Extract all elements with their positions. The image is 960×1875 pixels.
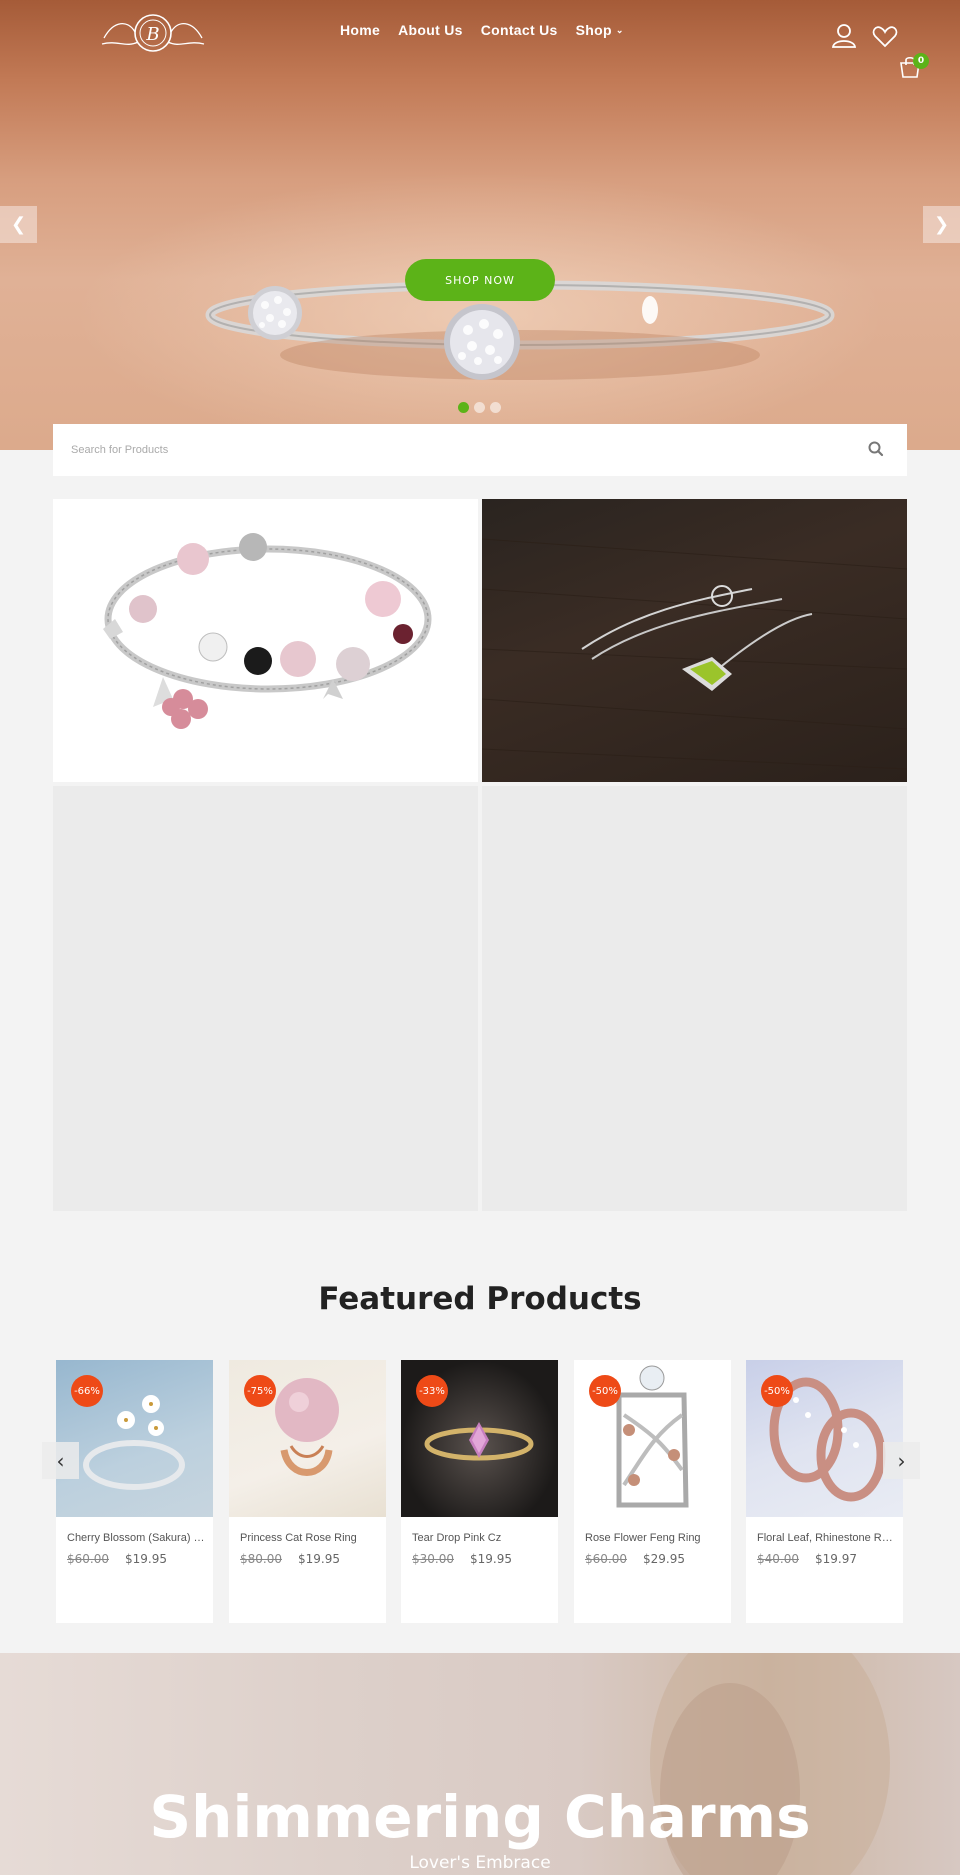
category-tile-necklace[interactable]: [482, 499, 907, 782]
search-icon[interactable]: [867, 440, 885, 458]
search-input[interactable]: [53, 424, 843, 476]
nav-contact-us[interactable]: Contact Us: [481, 22, 558, 38]
chevron-left-icon: ❮: [10, 214, 27, 235]
site-header: B Home About Us Contact Us Shop ⌄ 0: [0, 0, 960, 80]
charm-bracelet-image: [103, 533, 432, 729]
product-old-price: $80.00: [240, 1552, 282, 1566]
hero-slider: B Home About Us Contact Us Shop ⌄ 0 ❮ ❯ S…: [0, 0, 960, 450]
product-price: $19.97: [815, 1552, 857, 1566]
product-price: $19.95: [298, 1552, 340, 1566]
product-old-price: $60.00: [585, 1552, 627, 1566]
brand-logo[interactable]: B: [100, 10, 206, 56]
product-price: $19.95: [125, 1552, 167, 1566]
discount-badge: -50%: [761, 1375, 793, 1407]
product-name[interactable]: Tear Drop Pink Cz: [412, 1532, 550, 1544]
heart-icon[interactable]: [872, 26, 898, 48]
chevron-right-icon: ›: [897, 1448, 906, 1473]
chevron-right-icon: ❯: [933, 214, 950, 235]
product-card[interactable]: -75% Princess Cat Rose Ring $80.00 $19.9…: [229, 1360, 386, 1623]
discount-badge: -75%: [244, 1375, 276, 1407]
category-tile-charm-bracelet[interactable]: [53, 499, 478, 782]
discount-badge: -33%: [416, 1375, 448, 1407]
product-card[interactable]: -50% Floral Leaf, Rhinestone Rings $40.0…: [746, 1360, 903, 1623]
search-bar: [53, 424, 907, 476]
slider-dot[interactable]: [490, 402, 501, 413]
shop-now-button[interactable]: SHOP NOW: [405, 259, 555, 301]
carousel-next-button[interactable]: ›: [883, 1442, 920, 1479]
promo-subtitle: Lover's Embrace: [409, 1853, 551, 1873]
user-icon[interactable]: [831, 22, 857, 48]
product-price: $19.95: [470, 1552, 512, 1566]
slider-dot[interactable]: [458, 402, 469, 413]
nav-shop[interactable]: Shop ⌄: [576, 22, 624, 38]
product-name[interactable]: Princess Cat Rose Ring: [240, 1532, 378, 1544]
discount-badge: -50%: [589, 1375, 621, 1407]
hero-next-button[interactable]: ❯: [923, 206, 960, 243]
main-nav: Home About Us Contact Us Shop ⌄: [340, 22, 624, 38]
product-name[interactable]: Rose Flower Feng Ring: [585, 1532, 723, 1544]
nav-home[interactable]: Home: [340, 22, 380, 38]
hero-bracelet-image: [205, 280, 835, 380]
svg-text:B: B: [145, 24, 159, 45]
product-name[interactable]: Floral Leaf, Rhinestone Rings: [757, 1532, 895, 1544]
slider-dots: [458, 402, 501, 413]
category-tile-placeholder[interactable]: [482, 786, 907, 1211]
promo-banner: Shimmering Charms Lover's Embrace: [0, 1653, 960, 1875]
cart-count-badge: 0: [913, 53, 929, 69]
hero-prev-button[interactable]: ❮: [0, 206, 37, 243]
pendant-necklace-image: [482, 538, 907, 770]
chevron-down-icon: ⌄: [615, 24, 624, 35]
promo-title: Shimmering Charms: [149, 1783, 811, 1851]
product-card[interactable]: -33% Tear Drop Pink Cz $30.00 $19.95: [401, 1360, 558, 1623]
nav-about-us[interactable]: About Us: [398, 22, 463, 38]
product-card[interactable]: -66% Cherry Blossom (Sakura) Ring $60.00…: [56, 1360, 213, 1623]
slider-dot[interactable]: [474, 402, 485, 413]
featured-products-heading: Featured Products: [318, 1281, 642, 1317]
carousel-prev-button[interactable]: ‹: [42, 1442, 79, 1479]
product-card[interactable]: -50% Rose Flower Feng Ring $60.00 $29.95: [574, 1360, 731, 1623]
chevron-left-icon: ‹: [56, 1448, 65, 1473]
product-old-price: $30.00: [412, 1552, 454, 1566]
discount-badge: -66%: [71, 1375, 103, 1407]
product-price: $29.95: [643, 1552, 685, 1566]
product-name[interactable]: Cherry Blossom (Sakura) Ring: [67, 1532, 205, 1544]
product-old-price: $40.00: [757, 1552, 799, 1566]
product-old-price: $60.00: [67, 1552, 109, 1566]
category-tile-placeholder[interactable]: [53, 786, 478, 1211]
